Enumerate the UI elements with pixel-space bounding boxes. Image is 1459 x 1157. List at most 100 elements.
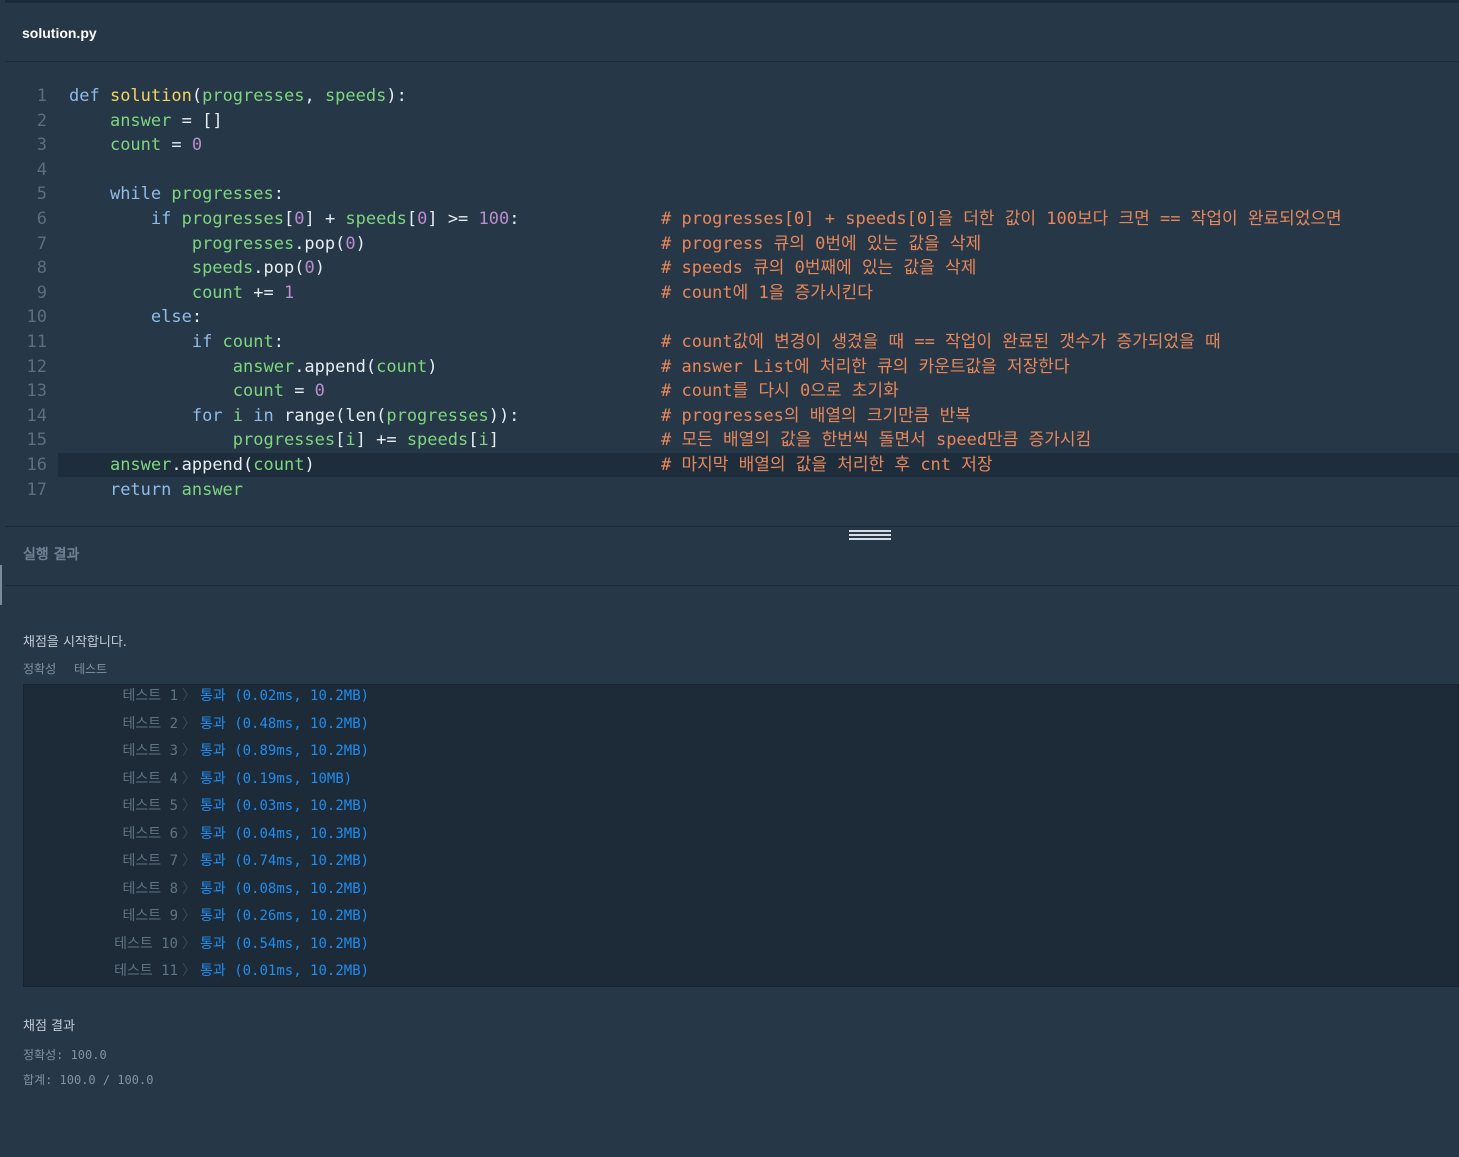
code-comment: # progress 큐의 0번에 있는 값을 삭제 <box>661 233 982 254</box>
code-comment: # 모든 배열의 값을 한번씩 돌면서 speed만큼 증가시킴 <box>661 430 1092 451</box>
code-line[interactable]: 4 <box>5 158 1459 182</box>
test-row: 테스트 3 〉 통과 (0.89ms, 10.2MB) <box>24 738 1459 765</box>
test-result: 통과 (0.01ms, 10.2MB) <box>200 963 370 979</box>
test-result: 통과 (0.02ms, 10.2MB) <box>200 688 370 704</box>
test-row: 테스트 5 〉 통과 (0.03ms, 10.2MB) <box>24 793 1459 820</box>
code-text: count += 1 <box>191 282 295 303</box>
code-line[interactable]: 6 if progresses[0] + speeds[0] >= 100: # … <box>5 207 1459 231</box>
code-text: if count: <box>191 332 284 352</box>
code-comment: # count에 1을 증가시킨다 <box>661 282 873 303</box>
test-label: 테스트 8 <box>122 880 179 897</box>
grading-start-message: 채점을 시작합니다. <box>23 635 127 650</box>
code-line[interactable]: 15 progresses[i] += speeds[i] # 모든 배열의 값을… <box>5 428 1459 452</box>
test-label: 테스트 3 <box>122 743 179 759</box>
code-comment: # progresses[0] + speeds[0]을 더한 값이 100보다… <box>661 209 1342 229</box>
test-label: 테스트 7 <box>122 853 179 869</box>
chevron-right-icon: 〉 <box>182 908 196 924</box>
chevron-right-icon: 〉 <box>182 715 196 732</box>
code-text: progresses[i] += speeds[i] <box>232 430 499 451</box>
code-text: while progresses: <box>109 184 284 205</box>
tab-test[interactable]: 테스트 <box>74 662 107 676</box>
result-title: 실행 결과 <box>23 547 80 563</box>
code-comment: # count값에 변경이 생겼을 때 == 작업이 완료된 갯수가 증가되었을… <box>661 332 1221 352</box>
test-row: 테스트 4 〉 통과 (0.19ms, 10MB) <box>24 766 1459 793</box>
code-text: if progresses[0] + speeds[0] >= 100: <box>150 209 520 229</box>
line-number: 17 <box>26 479 47 500</box>
test-result: 통과 (0.89ms, 10.2MB) <box>200 743 370 759</box>
code-text: return answer <box>109 479 244 500</box>
code-comment: # 마지막 배열의 값을 처리한 후 cnt 저장 <box>661 455 993 475</box>
test-row: 테스트 8 〉 통과 (0.08ms, 10.2MB) <box>24 876 1459 903</box>
line-number: 3 <box>36 135 47 156</box>
test-result: 통과 (0.74ms, 10.2MB) <box>200 853 370 869</box>
code-line[interactable]: 16 answer.append(count) # 마지막 배열의 값을 처리한 … <box>27 453 1459 477</box>
line-number: 6 <box>36 209 47 229</box>
code-line[interactable]: 14 for i in range(len(progresses)): # pro… <box>5 404 1459 428</box>
line-number: 4 <box>36 159 47 180</box>
test-result: 통과 (0.48ms, 10.2MB) <box>200 715 370 732</box>
test-label: 테스트 10 <box>114 935 178 952</box>
code-line[interactable]: 2 answer = [] <box>5 109 1459 133</box>
test-label: 테스트 2 <box>122 715 179 732</box>
code-text: count = 0 <box>109 135 203 156</box>
test-label: 테스트 4 <box>122 770 179 787</box>
line-number: 16 <box>26 455 47 475</box>
test-row: 테스트 11 〉 통과 (0.01ms, 10.2MB) <box>24 958 1459 985</box>
line-number: 15 <box>26 430 47 451</box>
test-result: 통과 (0.03ms, 10.2MB) <box>200 798 370 814</box>
file-tab-bar: solution.py <box>5 0 1459 62</box>
code-text: count = 0 <box>232 381 325 402</box>
tab-accuracy[interactable]: 정확성 <box>23 662 56 676</box>
code-line[interactable]: 7 progresses.pop(0) # progress 큐의 0번에 있는 … <box>5 232 1459 256</box>
code-line[interactable]: 17 return answer <box>5 478 1459 502</box>
line-number: 11 <box>26 332 47 352</box>
chevron-right-icon: 〉 <box>182 688 196 704</box>
test-result: 통과 (0.26ms, 10.2MB) <box>200 908 370 924</box>
test-row: 테스트 6 〉 통과 (0.04ms, 10.3MB) <box>24 821 1459 848</box>
code-line[interactable]: 1 def solution(progresses, speeds): <box>5 84 1459 108</box>
code-text: speeds.pop(0) <box>191 258 325 279</box>
line-number: 7 <box>36 233 47 254</box>
test-result: 통과 (0.08ms, 10.2MB) <box>200 880 370 897</box>
chevron-right-icon: 〉 <box>182 770 196 787</box>
score-title: 채점 결과 <box>23 1019 75 1034</box>
code-line[interactable]: 11 if count: # count값에 변경이 생겼을 때 == 작업이 완… <box>5 330 1459 354</box>
code-line[interactable]: 3 count = 0 <box>5 133 1459 157</box>
result-tabs: 정확성 테스트 <box>23 660 121 677</box>
test-result: 통과 (0.54ms, 10.2MB) <box>200 935 370 952</box>
code-text: for i in range(len(progresses)): <box>191 405 520 426</box>
chevron-right-icon: 〉 <box>182 880 196 897</box>
file-tab-title[interactable]: solution.py <box>22 25 97 41</box>
scrollbar-indicator[interactable] <box>0 565 2 605</box>
test-label: 테스트 11 <box>114 963 178 979</box>
line-number: 8 <box>36 258 47 279</box>
chevron-right-icon: 〉 <box>182 825 196 842</box>
test-row: 테스트 2 〉 통과 (0.48ms, 10.2MB) <box>24 711 1459 738</box>
test-row: 테스트 7 〉 통과 (0.74ms, 10.2MB) <box>24 848 1459 875</box>
chevron-right-icon: 〉 <box>182 743 196 759</box>
test-label: 테스트 6 <box>122 825 179 842</box>
chevron-right-icon: 〉 <box>182 853 196 869</box>
panel-resize-handle[interactable] <box>849 530 891 540</box>
line-number: 5 <box>36 184 47 205</box>
code-line[interactable]: 8 speeds.pop(0) # speeds 큐의 0번째에 있는 값을 삭제 <box>5 256 1459 280</box>
total-score: 합계: 100.0 / 100.0 <box>23 1073 154 1087</box>
code-line[interactable]: 9 count += 1 # count에 1을 증가시킨다 <box>5 281 1459 305</box>
line-number: 2 <box>36 110 47 131</box>
code-comment: # progresses의 배열의 크기만큼 반복 <box>661 405 971 426</box>
line-number: 9 <box>36 282 47 303</box>
test-label: 테스트 1 <box>122 688 179 704</box>
code-comment: # count를 다시 0으로 초기화 <box>661 381 899 402</box>
code-line[interactable]: 10 else: <box>5 305 1459 329</box>
code-line[interactable]: 5 while progresses: <box>5 182 1459 206</box>
test-row: 테스트 10 〉 통과 (0.54ms, 10.2MB) <box>24 931 1459 958</box>
code-editor[interactable]: 1 def solution(progresses, speeds): 2 answ… <box>5 62 1459 527</box>
test-row: 테스트 9 〉 통과 (0.26ms, 10.2MB) <box>24 903 1459 930</box>
code-line[interactable]: 13 count = 0 # count를 다시 0으로 초기화 <box>5 379 1459 403</box>
code-text: def solution(progresses, speeds): <box>69 86 407 106</box>
test-label: 테스트 5 <box>122 798 179 814</box>
result-header: 실행 결과 <box>5 527 1459 586</box>
code-line[interactable]: 12 answer.append(count) # answer List에 처리… <box>5 355 1459 379</box>
line-number: 14 <box>26 405 47 426</box>
code-comment: # answer List에 처리한 큐의 카운트값을 저장한다 <box>661 356 1070 377</box>
